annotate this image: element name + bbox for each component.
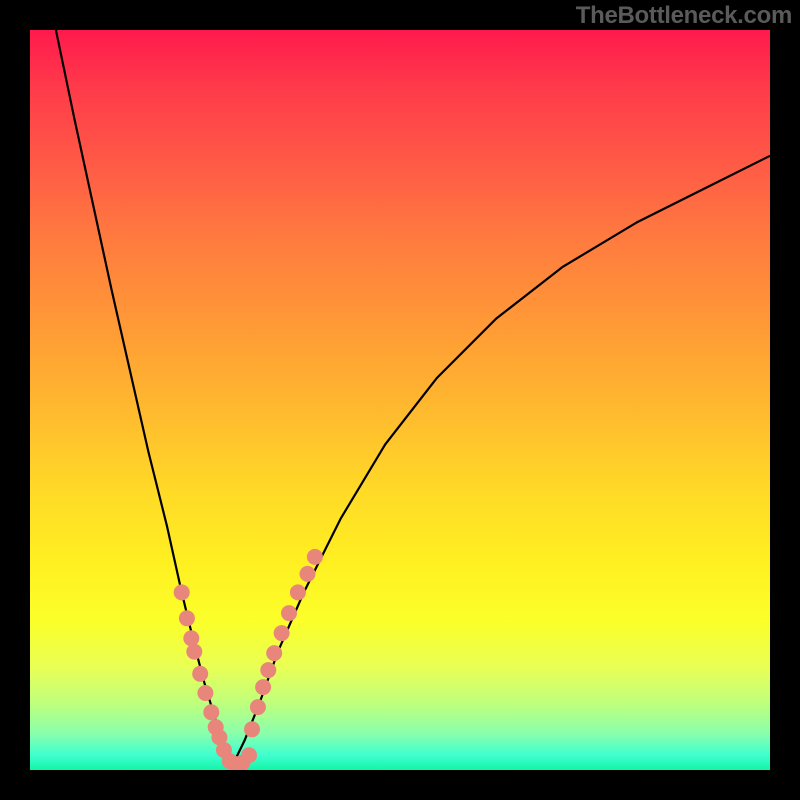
- highlight-dot: [260, 662, 276, 678]
- curve-left-branch: [56, 30, 232, 766]
- highlight-dot: [266, 645, 282, 661]
- highlight-dot: [174, 584, 190, 600]
- highlight-dot: [241, 747, 257, 763]
- curve-right-branch: [232, 156, 770, 767]
- highlight-dot: [203, 704, 219, 720]
- highlight-dot: [186, 644, 202, 660]
- highlight-dot: [183, 630, 199, 646]
- chart-frame: TheBottleneck.com: [0, 0, 800, 800]
- highlight-dot: [281, 605, 297, 621]
- highlight-dot: [307, 549, 323, 565]
- highlight-dot: [197, 685, 213, 701]
- watermark-text: TheBottleneck.com: [576, 2, 792, 30]
- highlight-dot: [192, 666, 208, 682]
- highlight-dot: [290, 584, 306, 600]
- curve-layer: [30, 30, 770, 770]
- highlight-dot: [244, 721, 260, 737]
- highlight-dot: [255, 679, 271, 695]
- highlight-dot: [179, 610, 195, 626]
- highlight-dot: [274, 625, 290, 641]
- highlight-dots: [174, 549, 323, 770]
- highlight-dot: [300, 566, 316, 582]
- highlight-dot: [250, 699, 266, 715]
- plot-area: [30, 30, 770, 770]
